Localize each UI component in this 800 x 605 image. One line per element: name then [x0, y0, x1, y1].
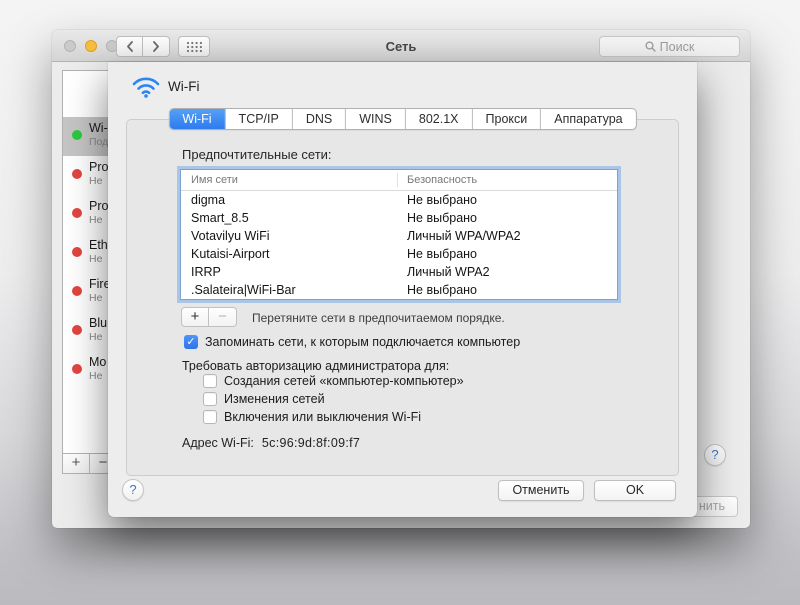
table-row[interactable]: .Salateira|WiFi-Bar Не выбрано	[181, 281, 617, 299]
status-dot-disconnected-icon	[72, 286, 82, 296]
status-dot-disconnected-icon	[72, 208, 82, 218]
admin-option-label: Создания сетей «компьютер-компьютер»	[224, 374, 464, 388]
settings-tab-bar: Wi-Fi TCP/IP DNS WINS 802.1X Прокси Аппа…	[168, 108, 637, 130]
checkbox-unchecked-icon	[203, 374, 217, 388]
network-name: IRRP	[191, 265, 221, 279]
tab-proxies[interactable]: Прокси	[471, 109, 541, 129]
admin-option-create-networks[interactable]: Создания сетей «компьютер-компьютер»	[203, 374, 464, 388]
network-name: Kutaisi-Airport	[191, 247, 270, 261]
network-security: Личный WPA2	[407, 265, 490, 279]
status-dot-disconnected-icon	[72, 169, 82, 179]
preferred-networks-table: Имя сети Безопасность digma Не выбрано S…	[180, 169, 618, 300]
admin-option-change-networks[interactable]: Изменения сетей	[203, 392, 325, 406]
cancel-button[interactable]: Отменить	[498, 480, 584, 501]
tab-tcpip[interactable]: TCP/IP	[224, 109, 292, 129]
wifi-icon	[132, 77, 160, 98]
table-row[interactable]: Smart_8.5 Не выбрано	[181, 209, 617, 227]
column-divider	[397, 173, 398, 187]
network-security: Не выбрано	[407, 283, 477, 297]
table-header: Имя сети Безопасность	[181, 170, 617, 191]
remove-network-button[interactable]: −	[209, 307, 237, 327]
table-row[interactable]: digma Не выбрано	[181, 191, 617, 209]
admin-option-label: Изменения сетей	[224, 392, 325, 406]
preferences-help-button[interactable]: ?	[704, 444, 726, 466]
add-network-button[interactable]: +	[181, 307, 209, 327]
desktop-background: Сеть Поиск Wi- Под Pro Не Pro Не Eth Не …	[0, 0, 800, 605]
network-security: Не выбрано	[407, 211, 477, 225]
remember-networks-label: Запоминать сети, к которым подключается …	[205, 335, 521, 349]
network-security: Не выбрано	[407, 247, 477, 261]
search-field[interactable]: Поиск	[599, 36, 740, 57]
tab-wifi[interactable]: Wi-Fi	[169, 109, 225, 129]
checkbox-unchecked-icon	[203, 392, 217, 406]
column-header-network-name: Имя сети	[191, 174, 238, 186]
status-dot-disconnected-icon	[72, 247, 82, 257]
drag-hint-text: Перетяните сети в предпочитаемом порядке…	[252, 311, 505, 325]
status-dot-connected-icon	[72, 130, 82, 140]
tab-8021x[interactable]: 802.1X	[404, 109, 472, 129]
tab-dns[interactable]: DNS	[291, 109, 345, 129]
ok-button[interactable]: OK	[594, 480, 676, 501]
checkbox-unchecked-icon	[203, 410, 217, 424]
search-placeholder: Поиск	[659, 39, 695, 54]
table-row[interactable]: IRRP Личный WPA2	[181, 263, 617, 281]
preferred-networks-label: Предпочтительные сети:	[182, 147, 332, 162]
titlebar: Сеть Поиск	[52, 30, 750, 62]
status-dot-disconnected-icon	[72, 364, 82, 374]
sheet-header: Wi-Fi	[132, 75, 199, 98]
admin-option-toggle-wifi[interactable]: Включения или выключения Wi-Fi	[203, 410, 421, 424]
checkbox-checked-icon: ✓	[184, 335, 198, 349]
network-name: Votavilyu WiFi	[191, 229, 270, 243]
remember-networks-checkbox-row[interactable]: ✓ Запоминать сети, к которым подключаетс…	[184, 335, 520, 349]
status-dot-disconnected-icon	[72, 325, 82, 335]
network-name: Smart_8.5	[191, 211, 249, 225]
wifi-address-row: Адрес Wi-Fi: 5c:96:9d:8f:09:f7	[182, 436, 360, 450]
tab-wins[interactable]: WINS	[345, 109, 405, 129]
add-service-button[interactable]: +	[63, 454, 90, 473]
sheet-help-button[interactable]: ?	[122, 479, 144, 501]
service-title: Wi-Fi	[168, 79, 200, 94]
admin-auth-label: Требовать авторизацию администратора для…	[182, 359, 450, 373]
network-name: .Salateira|WiFi-Bar	[191, 283, 296, 297]
admin-option-label: Включения или выключения Wi-Fi	[224, 410, 422, 424]
wifi-settings-sheet: Wi-Fi Wi-Fi TCP/IP DNS WINS 802.1X Прокс…	[108, 62, 697, 517]
network-security: Не выбрано	[407, 193, 477, 207]
table-row[interactable]: Kutaisi-Airport Не выбрано	[181, 245, 617, 263]
search-icon	[645, 41, 656, 52]
tab-hardware[interactable]: Аппаратура	[540, 109, 635, 129]
wifi-address-label: Адрес Wi-Fi:	[182, 436, 254, 450]
network-list-actions: + −	[181, 307, 237, 327]
wifi-address-value: 5c:96:9d:8f:09:f7	[261, 436, 361, 450]
column-header-security: Безопасность	[407, 174, 478, 186]
network-name: digma	[191, 193, 226, 207]
network-security: Личный WPA/WPA2	[407, 229, 521, 243]
table-row[interactable]: Votavilyu WiFi Личный WPA/WPA2	[181, 227, 617, 245]
